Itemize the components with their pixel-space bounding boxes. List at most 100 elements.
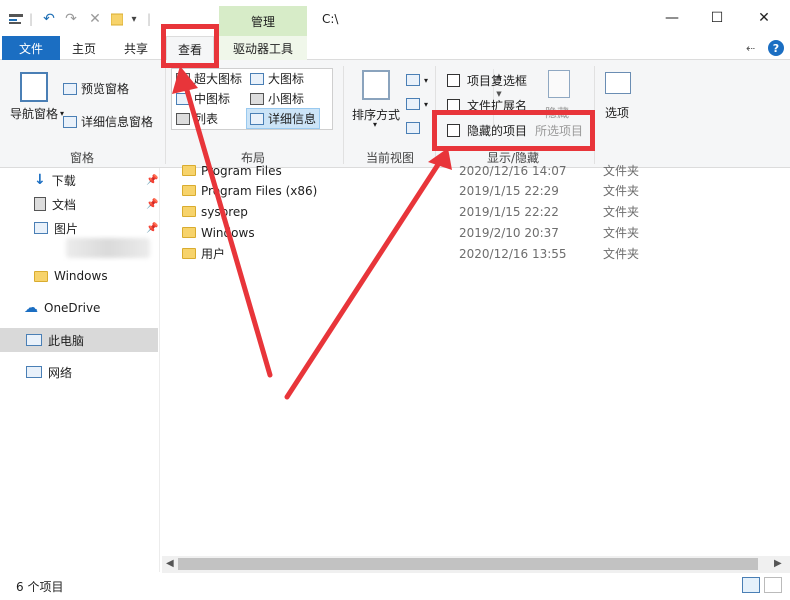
folder-icon: [182, 165, 196, 176]
navigation-pane-label: 导航窗格: [10, 107, 59, 121]
preview-pane-icon: [63, 82, 77, 95]
redo-icon[interactable]: ↷: [62, 10, 80, 28]
tab-drive-tools[interactable]: 驱动器工具: [219, 36, 307, 60]
pin-icon[interactable]: 📌: [146, 175, 158, 186]
small-icons-icon: [250, 92, 264, 105]
table-row[interactable]: Program Files 2020/12/16 14:07 文件夹: [162, 160, 790, 181]
tab-manage[interactable]: 管理: [219, 6, 307, 36]
horizontal-scrollbar[interactable]: ◀ ▶: [162, 556, 790, 573]
file-name: Program Files (x86): [201, 183, 318, 198]
tab-home[interactable]: 主页: [62, 36, 106, 60]
sidebar-item-label: 图片: [54, 221, 79, 236]
large-icons-option[interactable]: 大图标: [250, 70, 304, 87]
sidebar-item-network[interactable]: 网络: [0, 360, 158, 384]
pin-icon[interactable]: 📌: [146, 199, 158, 210]
sidebar-item-windows[interactable]: Windows: [0, 264, 158, 288]
large-icons-view-icon[interactable]: [764, 577, 782, 593]
close-button[interactable]: ✕: [752, 8, 776, 28]
options-icon: [605, 72, 631, 94]
preview-pane-button[interactable]: 预览窗格: [63, 80, 129, 97]
sidebar-item-onedrive[interactable]: ☁ OneDrive: [0, 296, 158, 320]
add-columns-button[interactable]: ▾: [406, 98, 428, 110]
undo-icon[interactable]: ↶: [40, 10, 58, 28]
list-label: 列表: [194, 112, 219, 126]
file-name: sysprep: [201, 204, 248, 219]
properties-icon[interactable]: [8, 10, 24, 28]
file-date: 2020/12/16 14:07: [459, 163, 567, 178]
medium-icons-option[interactable]: 中图标: [176, 90, 230, 107]
sidebar-item-this-pc[interactable]: 此电脑: [0, 328, 158, 352]
sidebar-item-downloads[interactable]: ↓ 下载 📌: [0, 168, 158, 192]
sidebar-item-label: 网络: [48, 365, 73, 380]
annotation-highlight-hidden-items: [432, 110, 595, 151]
maximize-button[interactable]: ☐: [705, 8, 729, 28]
sort-by-icon: [362, 70, 390, 100]
table-row[interactable]: 用户 2020/12/16 13:55 文件夹: [162, 243, 790, 264]
file-list: Program Files 2020/12/16 14:07 文件夹 Progr…: [162, 164, 790, 558]
details-view-icon[interactable]: [742, 577, 760, 593]
small-icons-option[interactable]: 小图标: [250, 90, 304, 107]
options-button[interactable]: 选项: [605, 104, 629, 121]
sidebar-item-label: Windows: [54, 269, 108, 283]
annotation-highlight-view-tab: [161, 24, 219, 68]
list-option[interactable]: 列表: [176, 110, 218, 127]
scroll-left-icon[interactable]: ◀: [166, 558, 174, 569]
options-label: 选项: [605, 106, 630, 120]
group-by-icon: [406, 74, 420, 86]
details-icon: [250, 112, 264, 125]
file-name: Program Files: [201, 163, 282, 178]
group-by-button[interactable]: ▾: [406, 74, 428, 86]
preview-pane-label: 预览窗格: [81, 82, 130, 96]
details-pane-label: 详细信息窗格: [81, 115, 154, 129]
delete-icon[interactable]: ✕: [86, 10, 104, 28]
pictures-icon: [34, 222, 48, 234]
file-date: 2020/12/16 13:55: [459, 246, 567, 261]
folder-icon: [34, 270, 48, 282]
scrollbar-thumb[interactable]: [178, 558, 758, 570]
computer-icon: [26, 334, 42, 346]
customize-toolbar-icon[interactable]: ▾: [128, 10, 140, 28]
table-row[interactable]: Program Files (x86) 2019/1/15 22:29 文件夹: [162, 180, 790, 201]
toolbar-separator: |: [28, 12, 34, 26]
item-check-boxes-toggle[interactable]: 项目复选框: [447, 72, 527, 89]
navigation-pane: ↓ 下载 📌 文档 📌 图片 📌 Windows ☁ OneDrive 此电脑 …: [0, 168, 160, 572]
new-folder-icon[interactable]: [110, 10, 124, 28]
group-divider: [343, 66, 344, 164]
tab-file[interactable]: 文件: [2, 36, 60, 60]
table-row[interactable]: Windows 2019/2/10 20:37 文件夹: [162, 222, 790, 243]
help-icon[interactable]: ?: [768, 40, 784, 56]
add-columns-icon: [406, 98, 420, 110]
cloud-icon: ☁: [24, 300, 38, 316]
table-row[interactable]: sysprep 2019/1/15 22:22 文件夹: [162, 201, 790, 222]
pin-icon[interactable]: 📌: [146, 223, 158, 234]
download-icon: ↓: [34, 172, 46, 188]
document-icon: [34, 197, 46, 211]
large-icons-icon: [250, 72, 264, 85]
tab-share[interactable]: 共享: [114, 36, 158, 60]
extra-large-icons-label: 超大图标: [194, 72, 243, 86]
expand-ribbon-icon[interactable]: ⇠: [746, 42, 755, 55]
item-check-boxes-label: 项目复选框: [467, 74, 528, 88]
redacted-item: [66, 238, 150, 258]
navigation-pane-button[interactable]: 导航窗格 ▾: [10, 105, 64, 122]
file-date: 2019/1/15 22:22: [459, 204, 559, 219]
medium-icons-icon: [176, 92, 190, 105]
extra-large-icons-option[interactable]: 超大图标: [176, 70, 242, 87]
folder-icon: [182, 206, 196, 217]
sidebar-item-label: 下载: [51, 173, 76, 188]
size-columns-button[interactable]: [406, 122, 424, 134]
large-icons-label: 大图标: [268, 72, 305, 86]
folder-icon: [182, 248, 196, 259]
item-check-boxes-checkbox[interactable]: [447, 74, 460, 87]
minimize-button[interactable]: —: [660, 8, 684, 28]
sort-dropdown-icon[interactable]: ▾: [373, 120, 377, 129]
scroll-right-icon[interactable]: ▶: [774, 558, 782, 569]
navigation-pane-icon: [20, 72, 48, 102]
file-date: 2019/2/10 20:37: [459, 225, 559, 240]
details-pane-button[interactable]: 详细信息窗格: [63, 113, 153, 130]
network-icon: [26, 366, 42, 378]
sidebar-item-pictures[interactable]: 图片 📌: [0, 216, 158, 240]
extra-large-icons-icon: [176, 72, 190, 85]
details-option[interactable]: 详细信息: [246, 108, 321, 129]
sidebar-item-documents[interactable]: 文档 📌: [0, 192, 158, 216]
